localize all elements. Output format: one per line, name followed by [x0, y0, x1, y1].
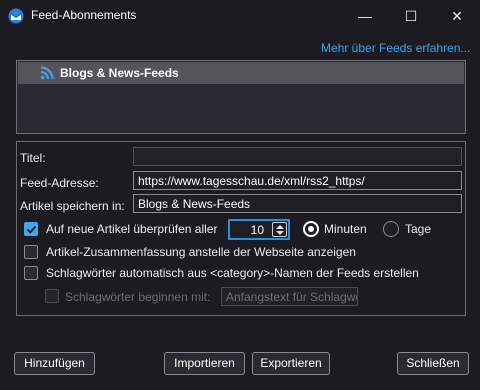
checkmark-icon — [26, 225, 37, 234]
summary-checkbox[interactable] — [24, 245, 38, 259]
learn-more-link[interactable]: Mehr über Feeds erfahren... — [321, 41, 470, 55]
thunderbird-icon — [8, 8, 24, 24]
folder-picker[interactable]: Blogs & News-Feeds — [133, 194, 462, 213]
days-radio[interactable] — [383, 221, 399, 237]
check-new-articles-checkbox[interactable] — [24, 222, 38, 236]
tag-prefix-checkbox[interactable] — [45, 289, 59, 303]
spinner-arrows[interactable] — [272, 222, 287, 237]
spinner-down-icon[interactable] — [276, 231, 284, 235]
feed-tree[interactable]: Blogs & News-Feeds — [16, 60, 466, 134]
minutes-radio[interactable] — [303, 221, 319, 237]
add-button[interactable]: Hinzufügen — [14, 352, 95, 375]
feed-list-item[interactable]: Blogs & News-Feeds — [18, 62, 464, 84]
folder-label: Artikel speichern in: — [20, 199, 125, 213]
feed-address-field[interactable]: https://www.tagesschau.de/xml/rss2_https… — [133, 171, 462, 190]
import-button[interactable]: Importieren — [164, 352, 245, 375]
spinner-up-icon[interactable] — [276, 225, 284, 229]
summary-label: Artikel-Zusammenfassung anstelle der Web… — [46, 245, 356, 259]
export-button[interactable]: Exportieren — [252, 352, 330, 375]
interval-spinner[interactable]: 10 — [228, 219, 290, 240]
close-button[interactable]: Schließen — [397, 352, 469, 375]
days-label: Tage — [405, 222, 432, 236]
rss-icon — [40, 66, 54, 80]
auto-tags-checkbox[interactable] — [24, 266, 38, 280]
title-bar: Feed-Abonnements — ☐ ✕ — [0, 0, 480, 32]
window-title: Feed-Abonnements — [31, 8, 137, 22]
close-window-button[interactable]: ✕ — [434, 0, 480, 32]
title-field[interactable] — [133, 147, 462, 166]
feed-address-label: Feed-Adresse: — [20, 176, 99, 190]
title-label: Titel: — [20, 151, 46, 165]
check-new-articles-label: Auf neue Artikel überprüfen aller — [46, 222, 218, 236]
interval-value: 10 — [250, 223, 264, 237]
feed-list-item-label: Blogs & News-Feeds — [60, 66, 179, 80]
minutes-label: Minuten — [324, 222, 367, 236]
auto-tags-label: Schlagwörter automatisch aus <category>-… — [46, 266, 419, 280]
tag-prefix-field[interactable]: Anfangstext für Schlagwörter — [221, 287, 358, 306]
minimize-button[interactable]: — — [342, 0, 388, 32]
tag-prefix-label: Schlagwörter beginnen mit: — [65, 290, 211, 304]
maximize-button[interactable]: ☐ — [388, 0, 434, 32]
